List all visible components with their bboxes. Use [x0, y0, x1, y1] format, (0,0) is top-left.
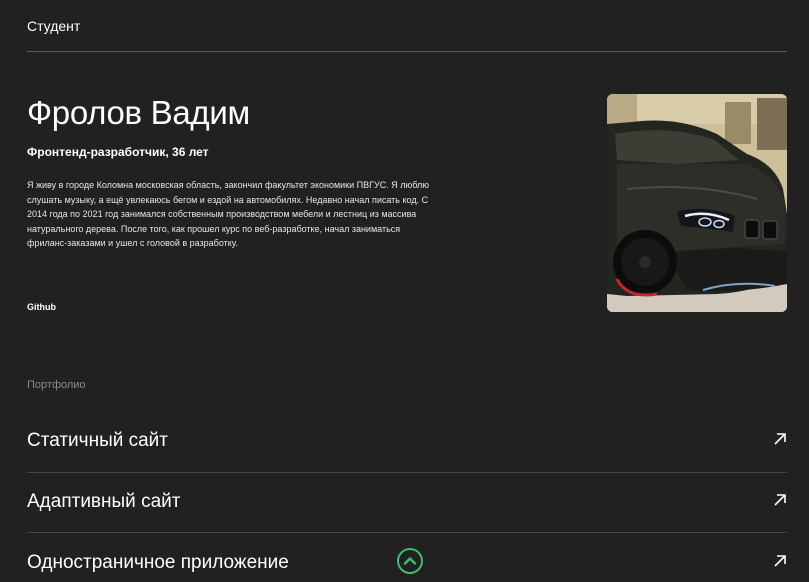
- portfolio-item-static[interactable]: Статичный сайт: [27, 430, 787, 490]
- arrow-up-right-icon: [774, 555, 786, 567]
- arrow-up-right-icon: [774, 433, 786, 445]
- portfolio-item-label: Статичный сайт: [27, 430, 168, 451]
- portfolio-item-adaptive[interactable]: Адаптивный сайт: [27, 491, 787, 551]
- profile-photo: [607, 94, 787, 312]
- scroll-up-button[interactable]: [397, 548, 423, 574]
- profile-role: Фронтенд-разработчик, 36 лет: [27, 145, 209, 159]
- chevron-up-icon: [403, 557, 417, 565]
- page: Студент Фролов Вадим Фронтенд-разработчи…: [0, 0, 809, 582]
- header-title: Студент: [27, 18, 81, 34]
- github-link[interactable]: Github: [27, 302, 56, 312]
- portfolio-item-label: Адаптивный сайт: [27, 491, 181, 512]
- profile-about: Я живу в городе Коломна московская облас…: [27, 180, 429, 248]
- portfolio-title: Портфолио: [27, 379, 86, 391]
- arrow-up-right-icon: [774, 494, 786, 506]
- profile-name: Фролов Вадим: [27, 94, 250, 131]
- header-divider: [27, 51, 787, 52]
- portfolio-divider: [27, 532, 787, 533]
- portfolio-divider: [27, 472, 787, 473]
- portfolio-item-label: Одностраничное приложение: [27, 552, 289, 573]
